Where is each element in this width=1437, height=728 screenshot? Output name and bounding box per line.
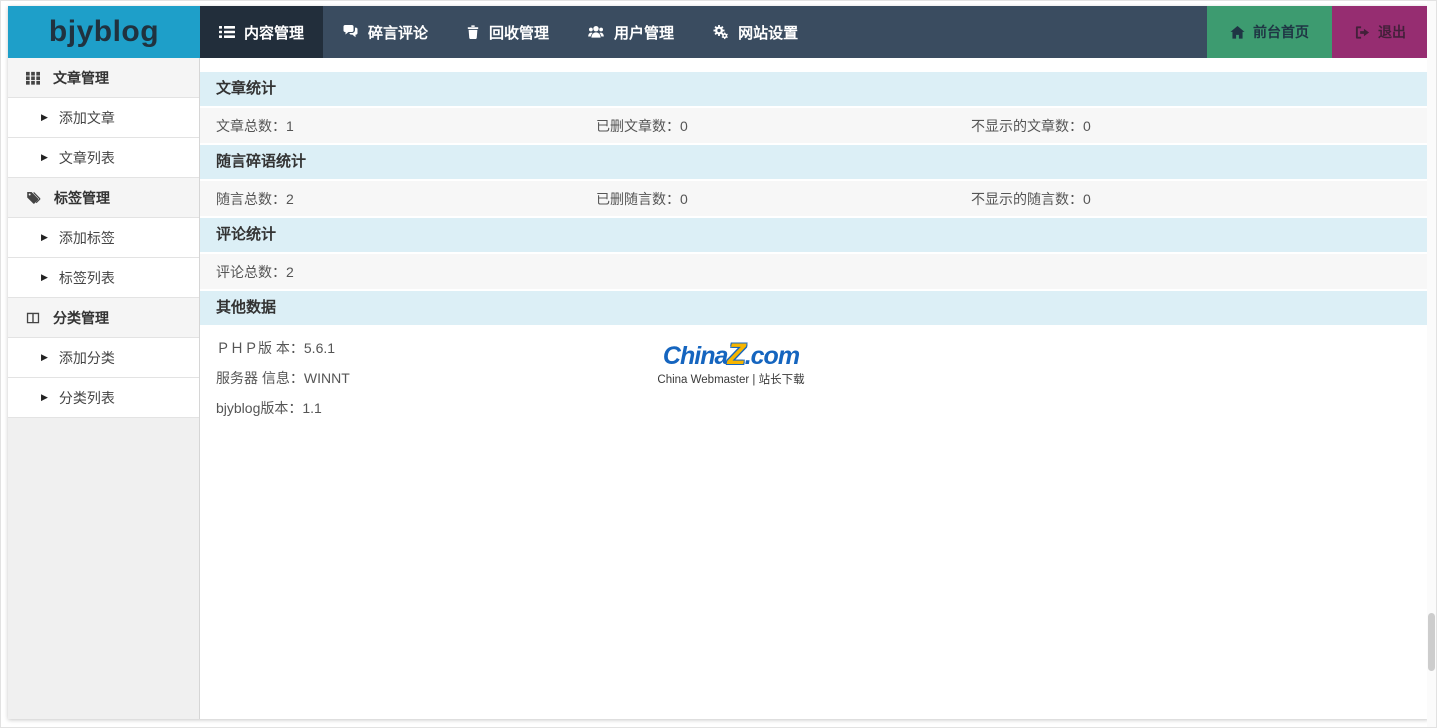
vertical-scrollbar[interactable] (1427, 1, 1436, 727)
chinaz-word-z: Z (727, 338, 744, 371)
server-info-line: 服务器 信息：WINNT (216, 363, 1429, 393)
caret-right-icon: ▶ (41, 273, 48, 282)
sidebar-item-label: 添加文章 (59, 108, 115, 128)
users-icon (587, 24, 605, 40)
brand-logo[interactable]: bjyblog (8, 6, 200, 58)
sidebar-item-label: 标签列表 (59, 268, 115, 288)
sidebar-item-add-category[interactable]: ▶ 添加分类 (8, 338, 199, 378)
article-stats-row: 文章总数：1 已删文章数：0 不显示的文章数：0 (200, 108, 1429, 143)
stat-whisper-deleted: 已删随言数：0 (596, 189, 971, 209)
sidebar-item-label: 分类列表 (59, 388, 115, 408)
nav-item-label: 用户管理 (614, 22, 674, 43)
nav-item-label: 回收管理 (489, 22, 549, 43)
comments-icon (342, 24, 359, 40)
chinaz-tagline: China Webmaster | 站长下载 (646, 371, 816, 387)
sidebar-item-label: 添加标签 (59, 228, 115, 248)
nav-item-recycle[interactable]: 回收管理 (447, 6, 568, 58)
section-title-whisper-stats: 随言碎语统计 (200, 145, 1429, 179)
gears-icon (712, 24, 729, 40)
trash-icon (466, 24, 480, 40)
section-title-article-stats: 文章统计 (200, 72, 1429, 106)
nav-item-content-management[interactable]: 内容管理 (200, 6, 323, 58)
chinaz-wordmark: ChinaZ.com (646, 341, 816, 370)
sidebar-item-add-article[interactable]: ▶ 添加文章 (8, 98, 199, 138)
stat-comment-total: 评论总数：2 (200, 262, 596, 282)
sidebar-item-category-list[interactable]: ▶ 分类列表 (8, 378, 199, 418)
sign-out-icon (1355, 25, 1370, 40)
chinaz-word-china: China (663, 342, 727, 370)
nav-item-users[interactable]: 用户管理 (568, 6, 693, 58)
stat-article-total: 文章总数：1 (200, 116, 596, 136)
frontend-home-button[interactable]: 前台首页 (1207, 6, 1332, 58)
admin-app: bjyblog 内容管理 碎言评论 (8, 6, 1429, 719)
section-title-other-data: 其他数据 (200, 291, 1429, 325)
home-icon (1230, 25, 1245, 40)
sidebar-item-category-management[interactable]: 分类管理 (8, 298, 199, 338)
logout-label: 退出 (1378, 22, 1406, 42)
stat-whisper-total: 随言总数：2 (200, 189, 596, 209)
sidebar-item-label: 标签管理 (54, 188, 110, 208)
comment-stats-row: 评论总数：2 (200, 254, 1429, 289)
columns-icon (26, 311, 40, 325)
whisper-stats-row: 随言总数：2 已删随言数：0 不显示的随言数：0 (200, 181, 1429, 216)
sidebar-item-article-list[interactable]: ▶ 文章列表 (8, 138, 199, 178)
sidebar-item-article-management[interactable]: 文章管理 (8, 58, 199, 98)
frontend-home-label: 前台首页 (1253, 22, 1309, 42)
sidebar-item-label: 文章列表 (59, 148, 115, 168)
stat-article-hidden: 不显示的文章数：0 (971, 116, 1429, 136)
sidebar: 文章管理 ▶ 添加文章 ▶ 文章列表 标签管理 ▶ 添加标签 ▶ (8, 58, 200, 719)
chinaz-ad-logo[interactable]: ChinaZ.com China Webmaster | 站长下载 (646, 341, 816, 387)
logout-button[interactable]: 退出 (1332, 6, 1429, 58)
list-icon (219, 24, 235, 40)
sidebar-item-tag-list[interactable]: ▶ 标签列表 (8, 258, 199, 298)
nav-item-label: 内容管理 (244, 22, 304, 43)
sidebar-item-label: 添加分类 (59, 348, 115, 368)
nav-item-site-settings[interactable]: 网站设置 (693, 6, 817, 58)
tags-icon (26, 191, 41, 205)
main-content: 文章统计 文章总数：1 已删文章数：0 不显示的文章数：0 随言碎语统计 随言总… (200, 58, 1429, 719)
section-title-comment-stats: 评论统计 (200, 218, 1429, 252)
chinaz-word-com: .com (745, 342, 799, 370)
caret-right-icon: ▶ (41, 153, 48, 162)
other-data-section: ＰＨＰ版 本：5.6.1 服务器 信息：WINNT bjyblog版本：1.1 … (200, 327, 1429, 457)
nav-items: 内容管理 碎言评论 回收管理 (200, 6, 817, 58)
sidebar-item-tag-management[interactable]: 标签管理 (8, 178, 199, 218)
nav-right-buttons: 前台首页 退出 (1207, 6, 1429, 58)
nav-item-label: 碎言评论 (368, 22, 428, 43)
caret-right-icon: ▶ (41, 353, 48, 362)
stat-whisper-hidden: 不显示的随言数：0 (971, 189, 1429, 209)
scrollbar-thumb[interactable] (1428, 613, 1435, 671)
grid-icon (26, 71, 40, 85)
top-navbar: bjyblog 内容管理 碎言评论 (8, 6, 1429, 58)
sidebar-item-label: 文章管理 (53, 68, 109, 88)
sidebar-item-label: 分类管理 (53, 308, 109, 328)
php-version-line: ＰＨＰ版 本：5.6.1 (216, 333, 1429, 363)
browser-viewport: bjyblog 内容管理 碎言评论 (0, 0, 1437, 728)
bjyblog-version-line: bjyblog版本：1.1 (216, 393, 1429, 423)
sidebar-item-add-tag[interactable]: ▶ 添加标签 (8, 218, 199, 258)
nav-item-label: 网站设置 (738, 22, 798, 43)
caret-right-icon: ▶ (41, 393, 48, 402)
stat-article-deleted: 已删文章数：0 (596, 116, 971, 136)
nav-item-comments[interactable]: 碎言评论 (323, 6, 447, 58)
caret-right-icon: ▶ (41, 113, 48, 122)
caret-right-icon: ▶ (41, 233, 48, 242)
